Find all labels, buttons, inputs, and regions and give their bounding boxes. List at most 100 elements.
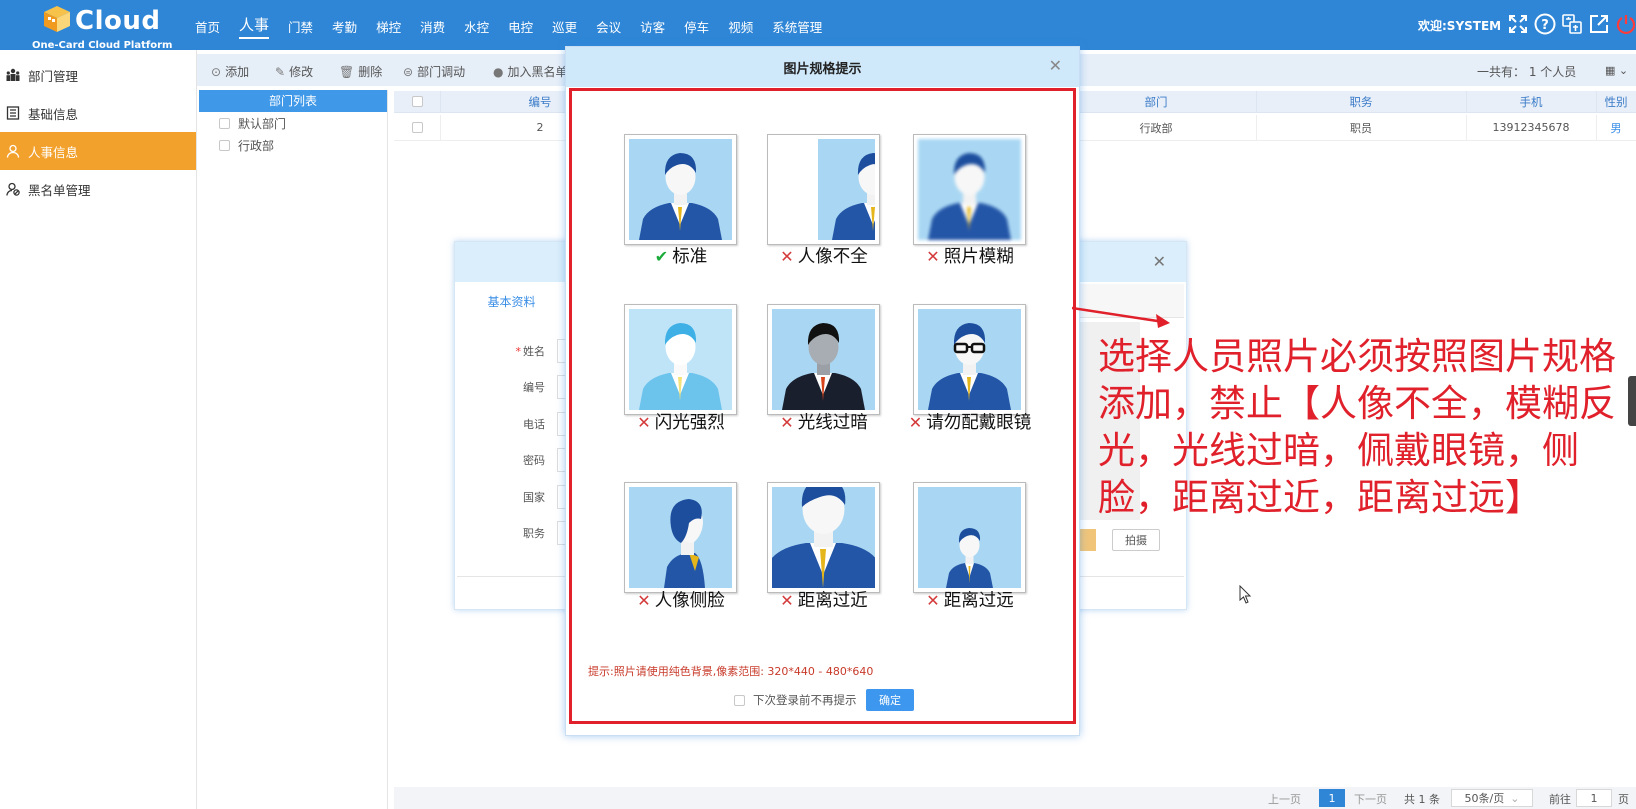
prev-page-button[interactable]: 上一页 <box>1268 791 1301 807</box>
photo-standard <box>624 134 737 245</box>
help-icon[interactable]: ? <box>1533 12 1557 36</box>
sidebar-item-blacklist[interactable]: 黑名单管理 <box>0 170 196 208</box>
shoot-button[interactable]: 拍摄 <box>1112 529 1160 551</box>
column-position[interactable]: 职务 <box>1256 91 1466 112</box>
nav-elevator[interactable]: 梯控 <box>376 15 401 36</box>
cell-phone: 13912345678 <box>1492 121 1570 134</box>
info-icon: ● <box>493 64 504 79</box>
label-blurry: ✕ 照片模糊 <box>926 247 1014 267</box>
nav-attendance[interactable]: 考勤 <box>332 15 357 36</box>
column-department[interactable]: 部门 <box>1056 91 1256 112</box>
select-all-cell[interactable] <box>394 91 440 112</box>
svg-text:?: ? <box>1541 18 1549 33</box>
nav-system[interactable]: 系统管理 <box>772 15 822 36</box>
label-profile: ✕ 人像侧脸 <box>637 591 725 611</box>
grid-view-icon[interactable]: ▦ ⌄ <box>1605 64 1628 77</box>
department-item[interactable]: 行政部 <box>199 134 387 156</box>
nav-home[interactable]: 首页 <box>195 15 220 36</box>
nav-meeting[interactable]: 会议 <box>596 15 621 36</box>
checkbox[interactable] <box>219 117 230 129</box>
cross-icon: ✕ <box>637 591 651 610</box>
column-phone[interactable]: 手机 <box>1466 91 1596 112</box>
photo-profile <box>624 482 737 593</box>
department-list-title: 部门列表 <box>199 90 387 112</box>
nav-patrol[interactable]: 巡更 <box>552 15 577 36</box>
nav-parking[interactable]: 停车 <box>684 15 709 36</box>
photo-too-far <box>913 482 1026 593</box>
label-glasses: ✕ 请勿配戴眼镜 <box>908 413 1032 433</box>
power-icon[interactable] <box>1614 12 1636 36</box>
close-icon[interactable]: ✕ <box>1153 252 1166 271</box>
sidebar-item-basic-info[interactable]: 基础信息 <box>0 94 196 132</box>
language-icon[interactable] <box>1560 12 1584 36</box>
brand-name: Cloud <box>75 6 161 36</box>
modal-title: 图片规格提示 <box>783 61 862 77</box>
page-size-select[interactable]: 50条/页 ⌄ <box>1451 789 1533 807</box>
dont-show-checkbox[interactable] <box>734 694 745 706</box>
annotation-text: 选择人员照片必须按照图片规格添加，禁止【人像不全，模糊反光，光线过暗，佩戴眼镜，… <box>1098 335 1616 519</box>
nav-visitor[interactable]: 访客 <box>640 15 665 36</box>
dont-show-option[interactable]: 下次登录前不再提示 <box>734 692 857 708</box>
sidebar-item-label: 黑名单管理 <box>28 182 91 198</box>
label-too-close: ✕ 距离过近 <box>780 591 868 611</box>
check-icon: ✔ <box>654 247 669 266</box>
current-page[interactable]: 1 <box>1319 789 1345 807</box>
tab-basic-info[interactable]: 基本资料 <box>457 284 567 318</box>
label-dark: ✕ 光线过暗 <box>780 413 868 433</box>
upload-button[interactable] <box>1080 529 1096 551</box>
main-nav: 首页 人事 门禁 考勤 梯控 消费 水控 电控 巡更 会议 访客 停车 视频 系… <box>195 0 841 50</box>
sidebar-item-personnel-info[interactable]: 人事信息 <box>0 132 196 170</box>
label-too-far: ✕ 距离过远 <box>926 591 1014 611</box>
pagination: 上一页 1 下一页 共 1 条 50条/页 ⌄ 前往 1 页 <box>394 787 1636 809</box>
sidebar-item-department[interactable]: 部门管理 <box>0 56 196 94</box>
page-suffix: 页 <box>1618 793 1629 806</box>
confirm-button[interactable]: 确定 <box>866 689 914 711</box>
delete-button[interactable]: 🗑 删除 <box>339 63 382 80</box>
transfer-button[interactable]: ⊜ 部门调动 <box>403 63 465 80</box>
column-gender[interactable]: 性别 <box>1596 91 1636 112</box>
fullscreen-icon[interactable] <box>1506 12 1530 36</box>
cross-icon: ✕ <box>780 413 794 432</box>
checkbox[interactable] <box>219 139 230 151</box>
modal-header: 图片规格提示 ✕ <box>566 47 1079 87</box>
edit-button[interactable]: ✎ 修改 <box>275 63 313 80</box>
cube-logo-icon <box>44 6 70 32</box>
photo-incomplete <box>767 134 880 245</box>
close-icon[interactable]: ✕ <box>1049 56 1062 75</box>
add-blacklist-button[interactable]: ● 加入黑名单 <box>493 63 568 80</box>
photo-tip: 提示:照片请使用纯色背景,像素范围: 320*440 - 480*640 <box>588 665 874 678</box>
add-circle-icon: ⊙ <box>211 64 222 79</box>
cross-icon: ✕ <box>926 247 940 266</box>
nav-consumption[interactable]: 消费 <box>420 15 445 36</box>
next-page-button[interactable]: 下一页 <box>1354 791 1387 807</box>
photo-flash <box>624 304 737 415</box>
cell-position: 职员 <box>1350 121 1372 135</box>
department-icon <box>6 67 22 83</box>
mouse-cursor-icon <box>1239 585 1252 604</box>
logo[interactable]: Cloud One-Card Cloud Platform <box>30 2 172 51</box>
side-handle[interactable] <box>1628 376 1636 426</box>
blacklist-icon <box>6 181 22 197</box>
row-checkbox[interactable] <box>411 122 423 133</box>
department-item[interactable]: 默认部门 <box>199 112 387 134</box>
goto-page-input[interactable]: 1 <box>1576 789 1612 807</box>
cross-icon: ✕ <box>908 413 923 432</box>
annotation-arrow-icon <box>1072 306 1170 328</box>
total-count: 共 1 条 <box>1404 793 1440 806</box>
row-select-cell[interactable] <box>394 115 440 140</box>
person-icon <box>6 143 22 159</box>
select-all-checkbox[interactable] <box>411 96 423 107</box>
nav-personnel[interactable]: 人事 <box>239 12 270 39</box>
cross-icon: ✕ <box>780 591 794 610</box>
sidebar-item-label: 人事信息 <box>28 144 79 160</box>
cell-department: 行政部 <box>1139 121 1173 135</box>
add-button[interactable]: ⊙ 添加 <box>211 63 249 80</box>
nav-access[interactable]: 门禁 <box>288 15 313 36</box>
photo-blurry <box>913 134 1026 245</box>
nav-video[interactable]: 视频 <box>728 15 753 36</box>
trash-icon: 🗑 <box>339 64 355 79</box>
photo-too-close <box>767 482 880 593</box>
nav-electric[interactable]: 电控 <box>508 15 533 36</box>
nav-water[interactable]: 水控 <box>464 15 489 36</box>
external-link-icon[interactable] <box>1587 12 1611 36</box>
